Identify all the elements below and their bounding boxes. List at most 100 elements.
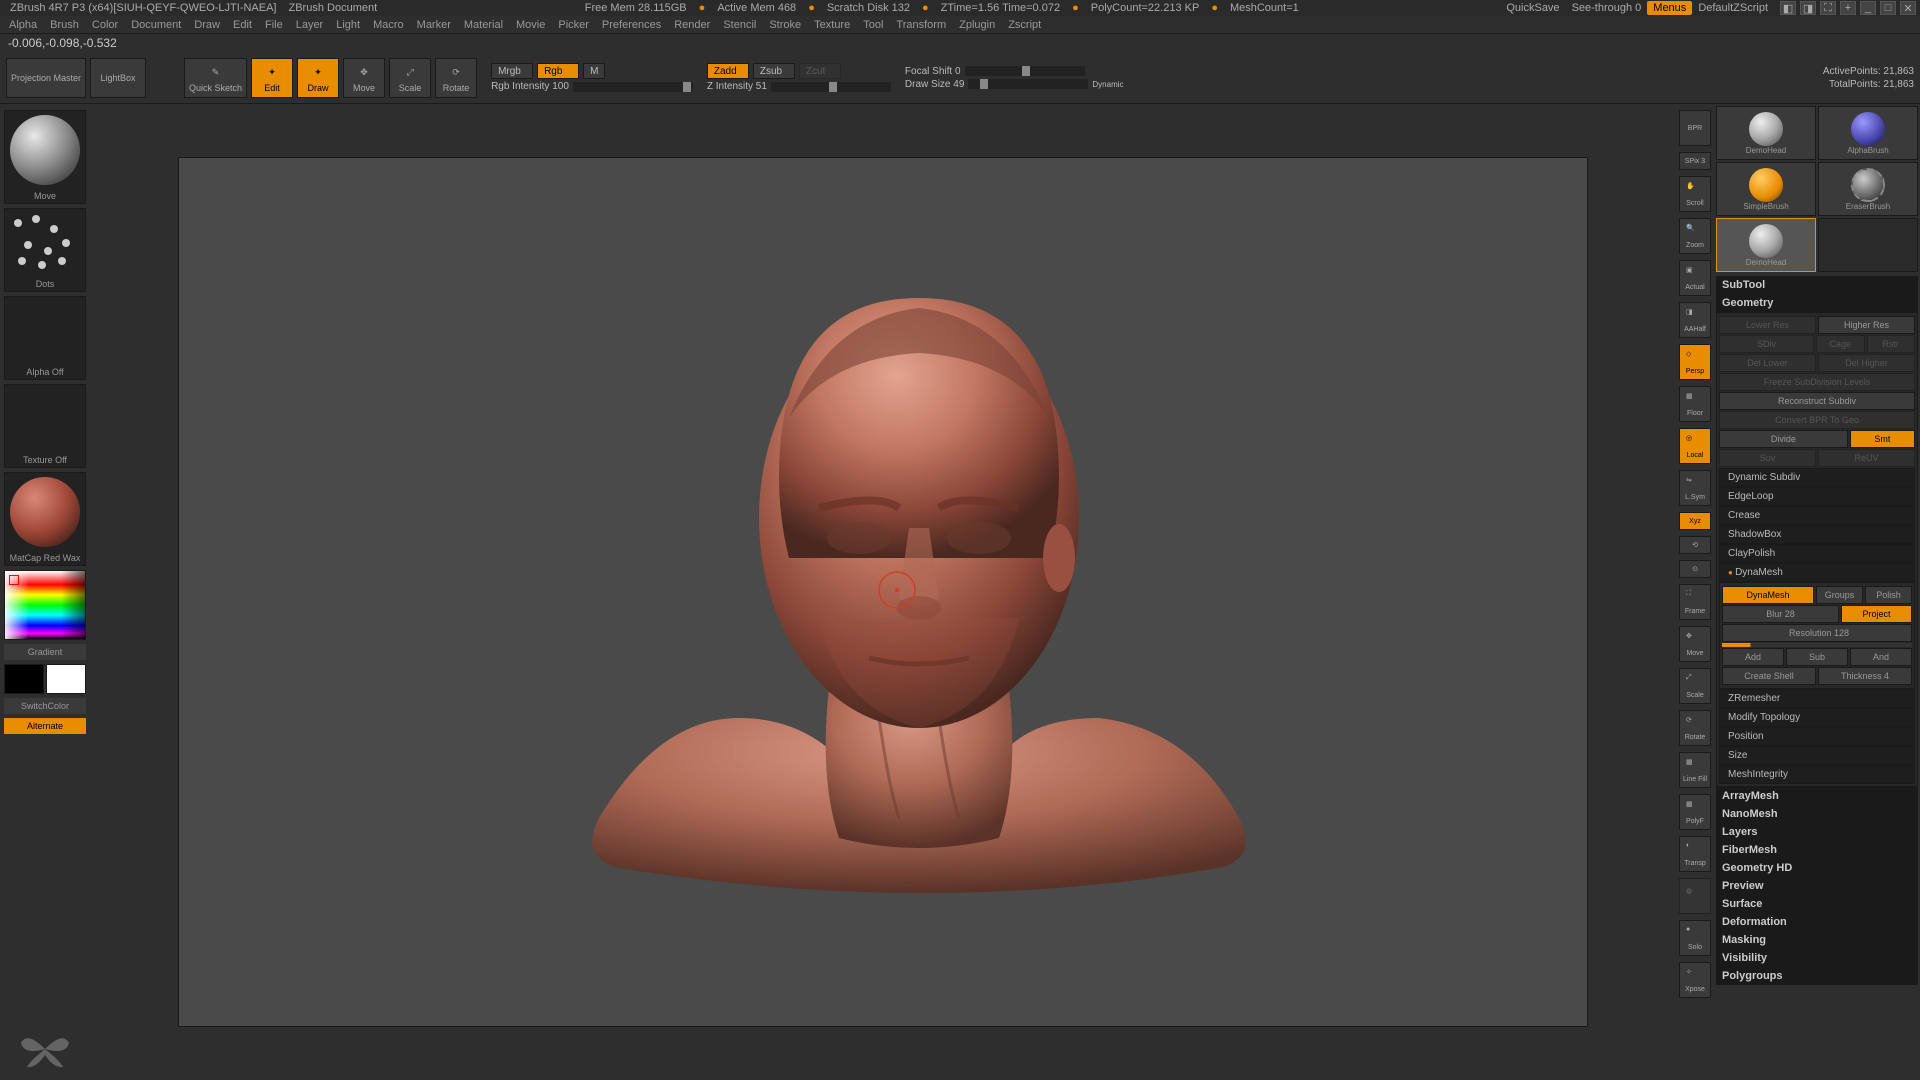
menu-draw[interactable]: Draw bbox=[189, 19, 225, 31]
rot-lock-button[interactable]: ⟲ bbox=[1679, 536, 1711, 554]
draw-button[interactable]: ✦ Draw bbox=[297, 58, 339, 98]
size-section[interactable]: Size bbox=[1719, 746, 1915, 765]
menu-texture[interactable]: Texture bbox=[809, 19, 855, 31]
dock-left-icon[interactable]: ◧ bbox=[1780, 1, 1796, 15]
gradient-button[interactable]: Gradient bbox=[4, 644, 86, 660]
rotate-nav-button[interactable]: ⟳Rotate bbox=[1679, 710, 1711, 746]
polish-button[interactable]: Polish bbox=[1865, 586, 1912, 604]
draw-size-label[interactable]: Draw Size 49 bbox=[905, 79, 964, 90]
menu-macro[interactable]: Macro bbox=[368, 19, 409, 31]
tool-simplebrush[interactable]: SimpleBrush bbox=[1716, 162, 1816, 216]
tool-empty[interactable] bbox=[1818, 218, 1918, 272]
layers-header[interactable]: Layers bbox=[1716, 823, 1918, 841]
lsym-button[interactable]: ⇋L.Sym bbox=[1679, 470, 1711, 506]
resolution-slider[interactable]: Resolution 128 bbox=[1722, 624, 1912, 642]
menu-picker[interactable]: Picker bbox=[553, 19, 594, 31]
move-nav-button[interactable]: ✥Move bbox=[1679, 626, 1711, 662]
zremesher-section[interactable]: ZRemesher bbox=[1719, 689, 1915, 708]
menus-button[interactable]: Menus bbox=[1647, 1, 1692, 15]
menu-layer[interactable]: Layer bbox=[291, 19, 329, 31]
dock-right-icon[interactable]: ◨ bbox=[1800, 1, 1816, 15]
swatch-white[interactable] bbox=[46, 664, 86, 694]
and-button[interactable]: And bbox=[1850, 648, 1912, 666]
menu-brush[interactable]: Brush bbox=[45, 19, 84, 31]
blur-slider[interactable]: Blur 28 bbox=[1722, 605, 1839, 623]
plus-icon[interactable]: + bbox=[1840, 1, 1856, 15]
center-button[interactable]: ⊙ bbox=[1679, 560, 1711, 578]
m-button[interactable]: M bbox=[583, 63, 605, 79]
subtool-header[interactable]: SubTool bbox=[1716, 276, 1918, 294]
del-lower-button[interactable]: Del Lower bbox=[1719, 354, 1816, 372]
tool-demohead-active[interactable]: DemoHead bbox=[1716, 218, 1816, 272]
sdiv-slider[interactable]: SDiv bbox=[1719, 335, 1814, 353]
nanomesh-header[interactable]: NanoMesh bbox=[1716, 805, 1918, 823]
quicksketch-button[interactable]: ✎ Quick Sketch bbox=[184, 58, 247, 98]
menu-document[interactable]: Document bbox=[126, 19, 186, 31]
meshintegrity-section[interactable]: MeshIntegrity bbox=[1719, 765, 1915, 784]
freeze-subdiv-button[interactable]: Freeze SubDivision Levels bbox=[1719, 373, 1915, 391]
project-button[interactable]: Project bbox=[1841, 605, 1912, 623]
rgb-intensity-slider[interactable] bbox=[573, 82, 693, 92]
menu-movie[interactable]: Movie bbox=[511, 19, 550, 31]
shadowbox-section[interactable]: ShadowBox bbox=[1719, 525, 1915, 544]
del-higher-button[interactable]: Del Higher bbox=[1818, 354, 1915, 372]
dynamic-label[interactable]: Dynamic bbox=[1092, 80, 1123, 89]
stroke-preview[interactable]: Dots bbox=[4, 208, 86, 292]
convert-bpr-button[interactable]: Convert BPR To Geo bbox=[1719, 411, 1915, 429]
lower-res-button[interactable]: Lower Res bbox=[1719, 316, 1816, 334]
menu-render[interactable]: Render bbox=[669, 19, 715, 31]
xyz-button[interactable]: Xyz bbox=[1679, 512, 1711, 530]
tool-eraserbrush[interactable]: EraserBrush bbox=[1818, 162, 1918, 216]
z-intensity-label[interactable]: Z Intensity 51 bbox=[707, 81, 767, 92]
menu-transform[interactable]: Transform bbox=[891, 19, 951, 31]
tool-demohead[interactable]: DemoHead bbox=[1716, 106, 1816, 160]
expand-icon[interactable]: ⛶ bbox=[1820, 1, 1836, 15]
focal-shift-label[interactable]: Focal Shift 0 bbox=[905, 66, 961, 77]
zcut-button[interactable]: Zcut bbox=[799, 63, 841, 79]
menu-file[interactable]: File bbox=[260, 19, 288, 31]
menu-material[interactable]: Material bbox=[459, 19, 508, 31]
menu-color[interactable]: Color bbox=[87, 19, 123, 31]
minimize-icon[interactable]: _ bbox=[1860, 1, 1876, 15]
reuv-button[interactable]: ReUV bbox=[1818, 449, 1915, 467]
visibility-header[interactable]: Visibility bbox=[1716, 949, 1918, 967]
position-section[interactable]: Position bbox=[1719, 727, 1915, 746]
seethrough[interactable]: See-through 0 bbox=[1566, 2, 1648, 14]
menu-marker[interactable]: Marker bbox=[412, 19, 456, 31]
smt-button[interactable]: Smt bbox=[1850, 430, 1915, 448]
menu-stencil[interactable]: Stencil bbox=[718, 19, 761, 31]
dynamesh-button[interactable]: DynaMesh bbox=[1722, 586, 1814, 604]
swatch-black[interactable] bbox=[4, 664, 44, 694]
quicksave-button[interactable]: QuickSave bbox=[1500, 2, 1565, 14]
menu-stroke[interactable]: Stroke bbox=[764, 19, 806, 31]
geometry-header[interactable]: Geometry bbox=[1716, 294, 1918, 312]
projection-master-button[interactable]: Projection Master bbox=[6, 58, 86, 98]
viewport[interactable] bbox=[178, 157, 1588, 1027]
xpose-button[interactable]: ✧Xpose bbox=[1679, 962, 1711, 998]
transp-button[interactable]: ◐Transp bbox=[1679, 836, 1711, 872]
aahalf-button[interactable]: ◨AAHalf bbox=[1679, 302, 1711, 338]
zoom-button[interactable]: 🔍Zoom bbox=[1679, 218, 1711, 254]
zadd-button[interactable]: Zadd bbox=[707, 63, 749, 79]
solo-button[interactable]: ●Solo bbox=[1679, 920, 1711, 956]
menu-alpha[interactable]: Alpha bbox=[4, 19, 42, 31]
suv-button[interactable]: Suv bbox=[1719, 449, 1816, 467]
sub-button[interactable]: Sub bbox=[1786, 648, 1848, 666]
higher-res-button[interactable]: Higher Res bbox=[1818, 316, 1915, 334]
modify-topology-section[interactable]: Modify Topology bbox=[1719, 708, 1915, 727]
polyf-button[interactable]: ▦PolyF bbox=[1679, 794, 1711, 830]
close-icon[interactable]: ✕ bbox=[1900, 1, 1916, 15]
groups-button[interactable]: Groups bbox=[1816, 586, 1863, 604]
divide-button[interactable]: Divide bbox=[1719, 430, 1848, 448]
spix-button[interactable]: SPix 3 bbox=[1679, 152, 1711, 170]
masking-header[interactable]: Masking bbox=[1716, 931, 1918, 949]
deformation-header[interactable]: Deformation bbox=[1716, 913, 1918, 931]
claypolish-section[interactable]: ClayPolish bbox=[1719, 544, 1915, 563]
local-button[interactable]: ◎Local bbox=[1679, 428, 1711, 464]
dynamesh-nav-button[interactable]: ◍ bbox=[1679, 878, 1711, 914]
draw-size-slider[interactable] bbox=[968, 79, 1088, 89]
lightbox-button[interactable]: LightBox bbox=[90, 58, 146, 98]
arraymesh-header[interactable]: ArrayMesh bbox=[1716, 787, 1918, 805]
alternate-button[interactable]: Alternate bbox=[4, 718, 86, 734]
focal-shift-slider[interactable] bbox=[965, 66, 1085, 76]
